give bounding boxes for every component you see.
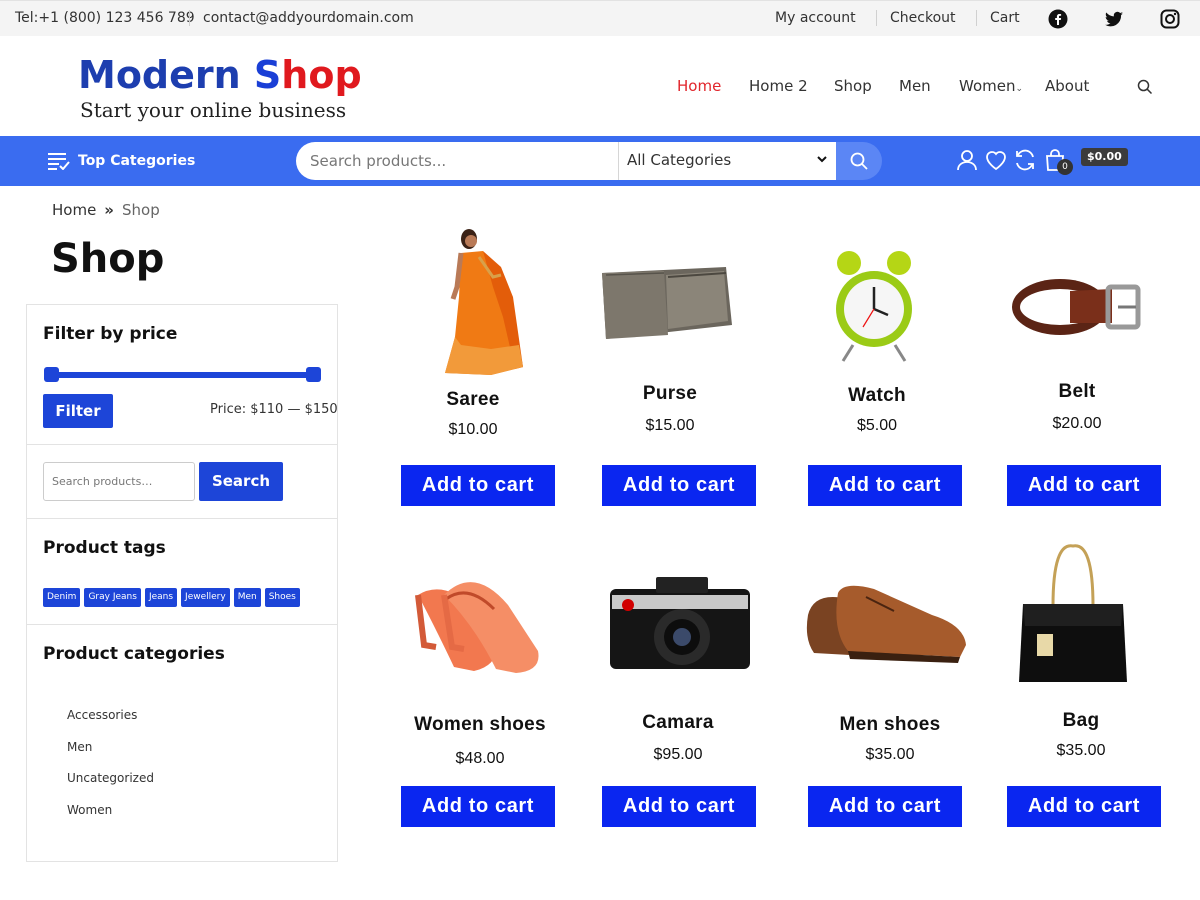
page-title: Shop xyxy=(51,236,165,282)
product-price: $48.00 xyxy=(455,750,505,767)
product-name[interactable]: Women shoes xyxy=(380,714,580,736)
women-shoes-image[interactable] xyxy=(404,555,560,679)
product-tags-widget: Product tags xyxy=(27,519,337,625)
nav-shop[interactable]: Shop xyxy=(834,77,872,95)
widget-heading: Product tags xyxy=(43,538,166,558)
tag-denim[interactable]: Denim xyxy=(43,588,81,607)
price-slider-min-handle[interactable] xyxy=(44,367,59,382)
breadcrumb: Home » Shop xyxy=(52,201,160,219)
add-to-cart-button[interactable]: Add to cart xyxy=(602,786,756,827)
nav-women[interactable]: Women⌄ xyxy=(959,77,1023,95)
divider xyxy=(876,10,877,26)
category-uncategorized[interactable]: Uncategorized xyxy=(67,771,154,803)
product-category-list: Accessories Men Uncategorized Women xyxy=(67,708,154,834)
alarm-clock-image[interactable] xyxy=(833,249,915,363)
site-tagline: Start your online business xyxy=(80,98,347,122)
chevron-down-icon: ⌄ xyxy=(1015,84,1024,94)
search-icon xyxy=(850,152,868,170)
top-categories-menu[interactable]: Top Categories xyxy=(48,152,195,170)
add-to-cart-button[interactable]: Add to cart xyxy=(602,465,756,506)
breadcrumb-home[interactable]: Home xyxy=(52,201,96,219)
email-link[interactable]: contact@addyourdomain.com xyxy=(203,10,414,26)
cart-count-badge: 0 xyxy=(1057,159,1073,175)
product-name[interactable]: Purse xyxy=(570,383,770,405)
product-price: $10.00 xyxy=(448,421,498,438)
tag-cloud: Denim Gray Jeans Jeans Jewellery Men Sho… xyxy=(43,588,300,607)
sidebar-search-input[interactable]: Search products… xyxy=(43,462,195,501)
phone-text: Tel:+1 (800) 123 456 789 xyxy=(15,10,195,26)
belt-image[interactable] xyxy=(1010,273,1142,339)
category-men[interactable]: Men xyxy=(67,740,154,772)
saree-image[interactable] xyxy=(431,227,529,377)
widget-heading: Product categories xyxy=(43,644,225,664)
product-name[interactable]: Saree xyxy=(373,389,573,411)
price-slider-track[interactable] xyxy=(45,372,313,378)
nav-about[interactable]: About xyxy=(1045,77,1089,95)
tag-gray-jeans[interactable]: Gray Jeans xyxy=(84,588,141,607)
product-price: $15.00 xyxy=(645,417,695,434)
men-shoes-image[interactable] xyxy=(804,581,970,665)
breadcrumb-current: Shop xyxy=(122,201,160,219)
product-search: All Categories xyxy=(296,142,882,180)
product-name[interactable]: Belt xyxy=(977,381,1177,403)
purse-image[interactable] xyxy=(598,263,734,345)
nav-home-2[interactable]: Home 2 xyxy=(749,77,808,95)
twitter-icon[interactable] xyxy=(1104,9,1124,29)
price-filter-widget: Filter by price Filter Price: $110 — $15… xyxy=(27,305,338,445)
product-price: $35.00 xyxy=(865,746,915,763)
tag-shoes[interactable]: Shoes xyxy=(264,588,300,607)
my-account-link[interactable]: My account xyxy=(775,10,856,26)
divider xyxy=(976,10,977,26)
filter-button[interactable]: Filter xyxy=(43,394,113,428)
search-icon[interactable] xyxy=(1137,79,1153,95)
site-logo[interactable]: Modern Shop xyxy=(78,54,362,96)
nav-home[interactable]: Home xyxy=(677,77,721,95)
chevron-down-icon xyxy=(817,156,827,163)
add-to-cart-button[interactable]: Add to cart xyxy=(401,786,555,827)
camera-image[interactable] xyxy=(608,575,752,671)
breadcrumb-separator: » xyxy=(104,201,114,219)
heart-icon[interactable] xyxy=(984,148,1008,172)
add-to-cart-button[interactable]: Add to cart xyxy=(401,465,555,506)
category-accessories[interactable]: Accessories xyxy=(67,708,154,740)
search-button[interactable] xyxy=(836,142,882,180)
product-price: $5.00 xyxy=(856,417,898,434)
product-name[interactable]: Watch xyxy=(777,385,977,407)
instagram-icon[interactable] xyxy=(1160,9,1180,29)
widget-heading: Filter by price xyxy=(43,324,178,344)
price-slider-max-handle[interactable] xyxy=(306,367,321,382)
tag-jeans[interactable]: Jeans xyxy=(144,588,178,607)
cart-total[interactable]: $0.00 xyxy=(1081,148,1128,166)
top-bar: Tel:+1 (800) 123 456 789 contact@addyour… xyxy=(0,0,1200,36)
add-to-cart-button[interactable]: Add to cart xyxy=(1007,465,1161,506)
divider xyxy=(189,10,190,26)
checkout-link[interactable]: Checkout xyxy=(890,10,956,26)
search-input[interactable] xyxy=(296,142,626,180)
nav-men[interactable]: Men xyxy=(899,77,931,95)
facebook-icon[interactable] xyxy=(1048,9,1068,29)
menu-list-icon xyxy=(48,153,70,170)
add-to-cart-button[interactable]: Add to cart xyxy=(1007,786,1161,827)
tag-jewellery[interactable]: Jewellery xyxy=(181,588,230,607)
tag-men[interactable]: Men xyxy=(233,588,261,607)
category-women[interactable]: Women xyxy=(67,803,154,835)
product-price: $95.00 xyxy=(653,746,703,763)
cart-link[interactable]: Cart xyxy=(990,10,1020,26)
category-select[interactable]: All Categories xyxy=(618,142,836,180)
price-range-label: Price: $110 — $150 xyxy=(210,402,338,417)
shop-sidebar: Filter by price Filter Price: $110 — $15… xyxy=(26,304,338,862)
product-price: $20.00 xyxy=(1052,415,1102,432)
product-name[interactable]: Bag xyxy=(981,710,1181,732)
product-name[interactable]: Men shoes xyxy=(790,714,990,736)
compare-icon[interactable] xyxy=(1013,148,1037,172)
add-to-cart-button[interactable]: Add to cart xyxy=(808,786,962,827)
user-icon[interactable] xyxy=(955,148,979,172)
add-to-cart-button[interactable]: Add to cart xyxy=(808,465,962,506)
product-price: $35.00 xyxy=(1056,742,1106,759)
product-name[interactable]: Camara xyxy=(578,712,778,734)
handbag-image[interactable] xyxy=(1017,542,1129,686)
sidebar-search-button[interactable]: Search xyxy=(199,462,283,501)
